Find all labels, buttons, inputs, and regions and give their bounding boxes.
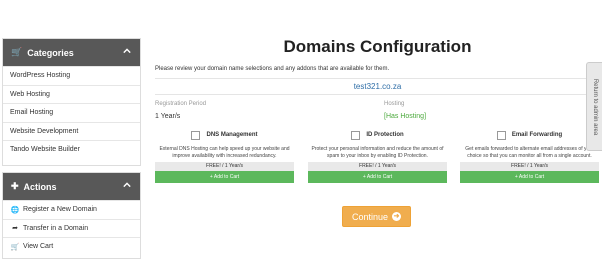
page-subtitle: Please review your domain name selection…	[155, 66, 390, 72]
addon-name: ID Protection	[366, 132, 404, 138]
continue-label: Continue	[351, 211, 389, 222]
addon-description: Get emails forwarded to alternate email …	[465, 146, 594, 159]
sidebar-item-register-domain[interactable]: 🌐 Register a New Domain	[3, 200, 140, 219]
chevron-up-icon[interactable]	[123, 47, 131, 55]
sidebar-item-tando-website-builder[interactable]: Tando Website Builder	[3, 140, 140, 159]
share-icon: ➦	[12, 225, 18, 233]
categories-panel: 🛒 Categories WordPress Hosting Web Hosti…	[2, 38, 141, 166]
sidebar-item-view-cart[interactable]: 🛒 View Cart	[3, 237, 140, 256]
registration-period-value: 1 Year/s	[155, 113, 181, 120]
addon-id-protection: ID Protection Protect your personal info…	[308, 128, 447, 183]
return-to-admin-label: Return to admin area	[591, 78, 598, 135]
sidebar-item-wordpress-hosting[interactable]: WordPress Hosting	[3, 66, 140, 85]
addon-email-forwarding: Email Forwarding Get emails forwarded to…	[460, 128, 599, 183]
actions-title: Actions	[23, 181, 57, 192]
categories-title: Categories	[27, 47, 74, 58]
cart-icon: 🛒	[10, 243, 20, 251]
sidebar-item-website-development[interactable]: Website Development	[3, 121, 140, 141]
addon-price: FREE! / 1 Year/s	[155, 162, 294, 171]
sidebar-item-label: Web Hosting	[10, 90, 50, 98]
addon-description: Protect your personal information and re…	[311, 146, 444, 159]
add-to-cart-button[interactable]: + Add to Cart	[308, 171, 447, 183]
hosting-label: Hosting	[384, 101, 405, 107]
addon-name: DNS Management	[206, 132, 258, 138]
sidebar-item-label: Tando Website Builder	[10, 146, 80, 154]
sidebar-item-web-hosting[interactable]: Web Hosting	[3, 84, 140, 104]
registration-period-label: Registration Period	[155, 101, 207, 107]
sidebar-item-label: Register a New Domain	[23, 206, 97, 214]
sidebar-item-label: Transfer in a Domain	[23, 224, 89, 232]
addon-price: FREE! / 1 Year/s	[308, 162, 447, 171]
addon-checkbox[interactable]	[351, 130, 361, 140]
addon-dns-management: DNS Management External DNS Hosting can …	[155, 128, 294, 183]
addon-name: Email Forwarding	[511, 132, 563, 138]
continue-button[interactable]: Continue ➜	[342, 206, 411, 227]
return-to-admin-tab[interactable]: Return to admin area	[586, 62, 602, 151]
sidebar-item-label: Email Hosting	[10, 109, 54, 117]
hosting-value: [Has Hosting]	[384, 113, 427, 120]
sidebar-item-label: WordPress Hosting	[10, 72, 71, 80]
categories-header[interactable]: 🛒 Categories	[3, 39, 140, 66]
addon-description: External DNS Hosting can help speed up y…	[159, 146, 290, 159]
addon-price: FREE! / 1 Year/s	[460, 162, 599, 171]
chevron-up-icon[interactable]	[123, 181, 131, 189]
page-title: Domains Configuration	[283, 37, 472, 56]
globe-icon: 🌐	[10, 206, 20, 214]
add-to-cart-button[interactable]: + Add to Cart	[155, 171, 294, 183]
sidebar-item-label: View Cart	[23, 243, 54, 251]
actions-panel: ✚ Actions 🌐 Register a New Domain ➦ Tran…	[2, 172, 141, 259]
addon-checkbox[interactable]	[496, 130, 506, 140]
plus-icon: ✚	[11, 181, 19, 191]
sidebar-item-email-hosting[interactable]: Email Hosting	[3, 103, 140, 122]
domain-name: test321.co.za	[155, 78, 600, 95]
actions-header[interactable]: ✚ Actions	[3, 173, 140, 200]
shopping-cart-icon: 🛒	[11, 47, 23, 57]
arrow-right-icon: ➜	[392, 212, 402, 221]
sidebar-item-label: Website Development	[10, 127, 79, 135]
add-to-cart-button[interactable]: + Add to Cart	[460, 171, 599, 183]
addon-checkbox[interactable]	[191, 130, 201, 140]
sidebar-item-transfer-domain[interactable]: ➦ Transfer in a Domain	[3, 218, 140, 238]
